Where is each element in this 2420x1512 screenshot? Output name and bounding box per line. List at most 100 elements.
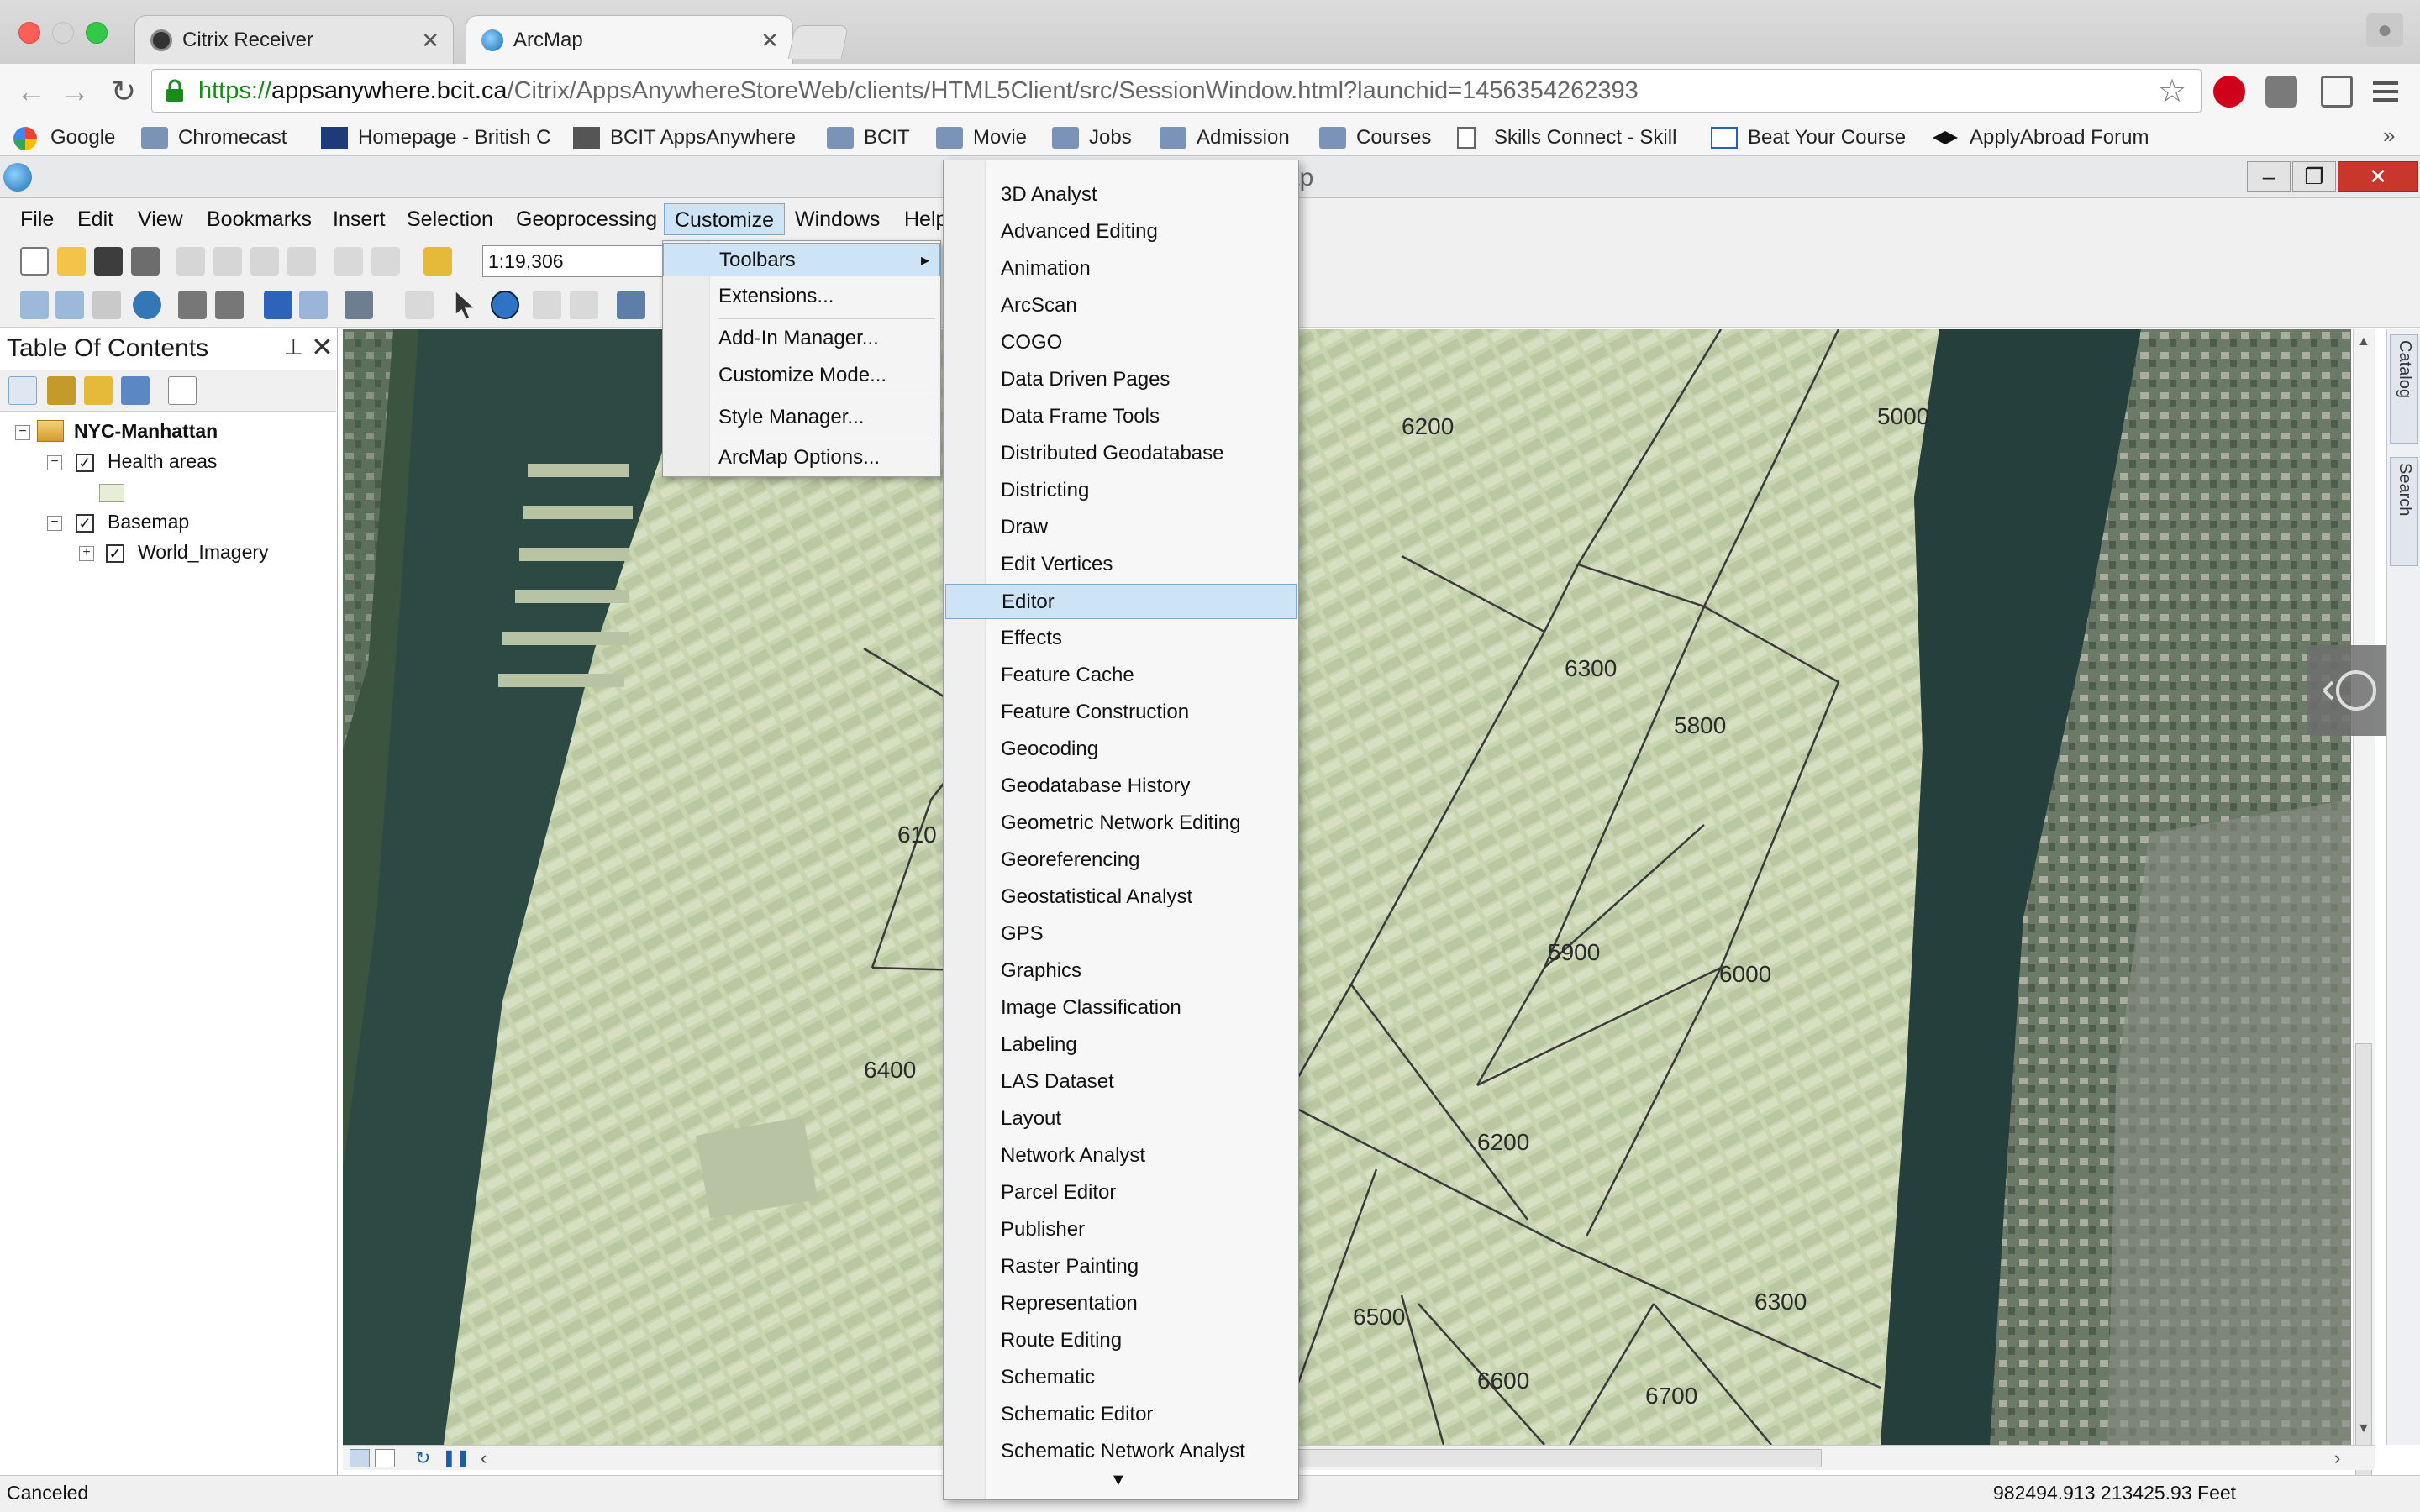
- toolbar-menu-item-labeling[interactable]: Labeling: [945, 1027, 1297, 1063]
- toolbar-menu-item-3d-analyst[interactable]: 3D Analyst: [945, 177, 1297, 213]
- bookmark-courses[interactable]: Courses: [1319, 123, 1431, 153]
- full-extent-globe-icon[interactable]: [133, 291, 161, 319]
- layer-name-health-areas[interactable]: Health areas: [108, 449, 217, 474]
- search-tab[interactable]: Search: [2390, 457, 2418, 566]
- hyperlink-icon[interactable]: [533, 291, 561, 319]
- copy-icon[interactable]: [213, 247, 242, 276]
- scroll-down-icon[interactable]: ▼: [1110, 1471, 1127, 1490]
- undo-icon[interactable]: [334, 247, 363, 276]
- toolbar-menu-item-draw[interactable]: Draw: [945, 510, 1297, 545]
- collapse-icon[interactable]: −: [47, 516, 62, 531]
- bookmark-applyabroad[interactable]: ApplyAbroad Forum: [1933, 123, 2149, 153]
- toolbar-menu-item-geodatabase-history[interactable]: Geodatabase History: [945, 769, 1297, 804]
- scroll-thumb[interactable]: [2355, 1043, 2372, 1512]
- cast-icon[interactable]: [2321, 76, 2353, 108]
- layer-name-world-imagery[interactable]: World_Imagery: [138, 539, 269, 564]
- expand-icon[interactable]: +: [79, 546, 94, 561]
- bookmark-bcit[interactable]: BCIT: [827, 123, 910, 153]
- toolbar-menu-item-advanced-editing[interactable]: Advanced Editing: [945, 214, 1297, 249]
- select-features-icon[interactable]: [345, 291, 373, 319]
- toolbar-menu-item-districting[interactable]: Districting: [945, 473, 1297, 508]
- toolbar-menu-item-route-editing[interactable]: Route Editing: [945, 1323, 1297, 1358]
- toolbar-menu-item-representation[interactable]: Representation: [945, 1286, 1297, 1321]
- layer-visibility-checkbox[interactable]: ✓: [106, 544, 124, 563]
- pin-icon[interactable]: ⊥: [284, 334, 303, 360]
- list-by-selection-icon[interactable]: [121, 376, 150, 405]
- fixed-zoom-in-icon[interactable]: [178, 291, 207, 319]
- pan-hand-icon[interactable]: [92, 291, 121, 319]
- toolbar-menu-item-georeferencing[interactable]: Georeferencing: [945, 843, 1297, 878]
- toolbar-menu-item-geocoding[interactable]: Geocoding: [945, 732, 1297, 767]
- scroll-left-icon[interactable]: ‹: [481, 1447, 487, 1469]
- forward-arrow-icon[interactable]: →: [54, 71, 96, 113]
- menu-help[interactable]: Help: [894, 203, 943, 235]
- bookmark-skills-connect[interactable]: Skills Connect - Skill: [1457, 123, 1676, 153]
- toolbar-menu-item-parcel-editor[interactable]: Parcel Editor: [945, 1175, 1297, 1210]
- scroll-up-icon[interactable]: ▲: [2357, 334, 2370, 349]
- url-text[interactable]: https://appsanywhere.bcit.ca/Citrix/Apps…: [198, 74, 1639, 108]
- menu-view[interactable]: View: [128, 203, 193, 235]
- bookmark-admission[interactable]: Admission: [1160, 123, 1290, 153]
- toolbar-menu-item-arcscan[interactable]: ArcScan: [945, 288, 1297, 323]
- cut-icon[interactable]: [176, 247, 205, 276]
- browser-tab-citrix[interactable]: Citrix Receiver ✕: [134, 15, 454, 64]
- toc-options-icon[interactable]: [168, 376, 197, 405]
- app-restore-button[interactable]: ❐: [2292, 161, 2336, 192]
- menu-customize[interactable]: Customize: [664, 203, 786, 235]
- close-icon[interactable]: ✕: [311, 331, 334, 363]
- toolbar-menu-item-cogo[interactable]: COGO: [945, 325, 1297, 360]
- browser-tab-arcmap[interactable]: ArcMap ✕: [466, 15, 793, 64]
- list-by-visibility-icon[interactable]: [84, 376, 113, 405]
- close-tab-icon[interactable]: ✕: [760, 16, 779, 65]
- layer-name-basemap[interactable]: Basemap: [108, 509, 189, 534]
- bookmark-chromecast[interactable]: Chromecast: [141, 123, 287, 153]
- clear-selection-icon[interactable]: [405, 291, 434, 319]
- toolbar-menu-item-las-dataset[interactable]: LAS Dataset: [945, 1064, 1297, 1100]
- zoom-out-icon[interactable]: [55, 291, 84, 319]
- pause-drawing-icon[interactable]: ❚❚: [442, 1447, 471, 1468]
- toolbar-menu-item-animation[interactable]: Animation: [945, 251, 1297, 286]
- toolbar-menu-item-feature-construction[interactable]: Feature Construction: [945, 695, 1297, 730]
- minimize-window-button[interactable]: [52, 22, 74, 44]
- toolbar-menu-item-geometric-network-editing[interactable]: Geometric Network Editing: [945, 806, 1297, 841]
- back-arrow-icon[interactable]: ←: [10, 71, 52, 113]
- next-extent-icon[interactable]: [299, 291, 328, 319]
- menu-insert[interactable]: Insert: [323, 203, 396, 235]
- refresh-icon[interactable]: ↻: [415, 1447, 430, 1469]
- toolbar-menu-item-publisher[interactable]: Publisher: [945, 1212, 1297, 1247]
- toolbar-menu-item-geostatistical-analyst[interactable]: Geostatistical Analyst: [945, 879, 1297, 915]
- layer-visibility-checkbox[interactable]: ✓: [76, 454, 94, 472]
- toolbar-menu-item-effects[interactable]: Effects: [945, 621, 1297, 656]
- map-scale-input[interactable]: 1:19,306: [482, 245, 667, 277]
- toolbar-menu-item-schematic-editor[interactable]: Schematic Editor: [945, 1397, 1297, 1432]
- toolbar-menu-item-network-analyst[interactable]: Network Analyst: [945, 1138, 1297, 1173]
- menu-item-extensions[interactable]: Extensions...: [663, 280, 940, 313]
- menu-item-customize-mode[interactable]: Customize Mode...: [663, 359, 940, 392]
- scroll-down-icon[interactable]: ▼: [2357, 1421, 2370, 1436]
- bookmark-beat-your-course[interactable]: Beat Your Course: [1711, 123, 1906, 153]
- layout-view-icon[interactable]: [375, 1449, 395, 1467]
- menu-selection[interactable]: Selection: [397, 203, 503, 235]
- print-icon[interactable]: [131, 247, 160, 276]
- zoom-in-icon[interactable]: [20, 291, 49, 319]
- html-popup-icon[interactable]: [570, 291, 598, 319]
- add-data-icon[interactable]: [424, 247, 452, 276]
- close-window-button[interactable]: [18, 22, 40, 44]
- menu-windows[interactable]: Windows: [785, 203, 890, 235]
- previous-extent-icon[interactable]: [264, 291, 292, 319]
- toolbar-menu-item-schematic-network-analyst[interactable]: Schematic Network Analyst: [945, 1434, 1297, 1469]
- menu-item-arcmap-options[interactable]: ArcMap Options...: [663, 441, 940, 475]
- app-close-button[interactable]: ✕: [2338, 161, 2418, 192]
- menu-item-toolbars[interactable]: Toolbars ▸: [663, 243, 940, 276]
- redo-icon[interactable]: [371, 247, 400, 276]
- list-by-drawing-order-icon[interactable]: [8, 376, 37, 405]
- hamburger-menu-icon[interactable]: [2371, 77, 2400, 106]
- fixed-zoom-out-icon[interactable]: [215, 291, 244, 319]
- toolbar-menu-item-data-frame-tools[interactable]: Data Frame Tools: [945, 399, 1297, 434]
- toolbar-menu-item-graphics[interactable]: Graphics: [945, 953, 1297, 989]
- toolbar-menu-item-gps[interactable]: GPS: [945, 916, 1297, 952]
- toolbar-menu-item-schematic[interactable]: Schematic: [945, 1360, 1297, 1395]
- toolbar-menu-item-feature-cache[interactable]: Feature Cache: [945, 658, 1297, 693]
- menu-bookmarks[interactable]: Bookmarks: [197, 203, 322, 235]
- toolbar-menu-item-raster-painting[interactable]: Raster Painting: [945, 1249, 1297, 1284]
